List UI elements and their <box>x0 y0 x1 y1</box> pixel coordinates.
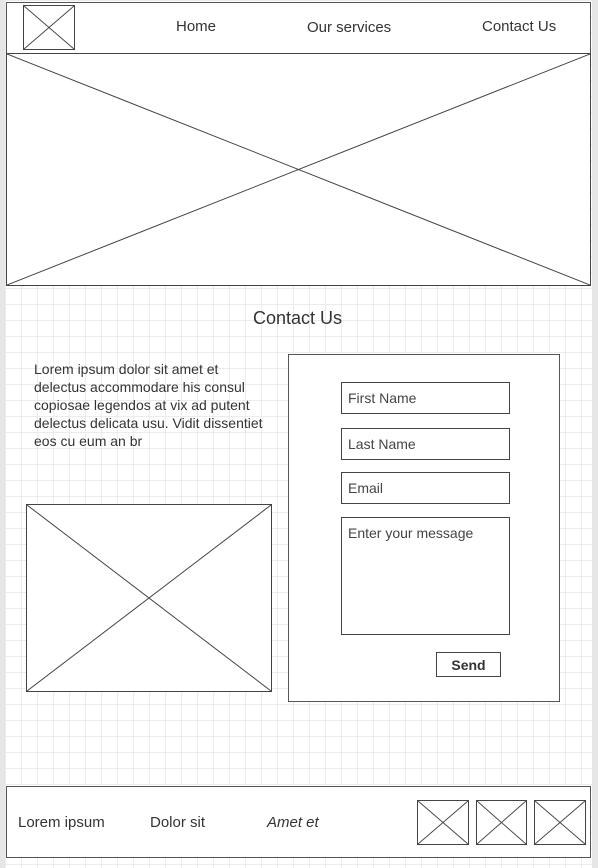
send-button[interactable]: Send <box>436 652 501 677</box>
social-image-placeholder-icon[interactable] <box>534 800 586 845</box>
nav-services-link[interactable]: Our services <box>307 19 391 36</box>
nav-contact-link[interactable]: Contact Us <box>482 18 556 35</box>
last-name-input[interactable] <box>341 428 510 460</box>
logo-image-placeholder-icon[interactable] <box>23 5 75 50</box>
footer-link-lorem[interactable]: Lorem ipsum <box>18 814 105 831</box>
intro-paragraph: Lorem ipsum dolor sit amet et delectus a… <box>34 361 263 449</box>
content-image-placeholder-icon <box>26 504 272 692</box>
nav-home-link[interactable]: Home <box>176 18 216 35</box>
page-title: Contact Us <box>253 308 343 328</box>
social-image-placeholder-icon[interactable] <box>417 800 469 845</box>
social-image-placeholder-icon[interactable] <box>476 800 527 845</box>
message-textarea[interactable] <box>341 517 510 635</box>
hero-image-placeholder-icon <box>6 53 591 286</box>
footer-link-dolor[interactable]: Dolor sit <box>150 814 205 831</box>
first-name-input[interactable] <box>341 382 510 414</box>
email-input[interactable] <box>341 472 510 504</box>
footer-link-amet[interactable]: Amet et <box>267 814 319 831</box>
